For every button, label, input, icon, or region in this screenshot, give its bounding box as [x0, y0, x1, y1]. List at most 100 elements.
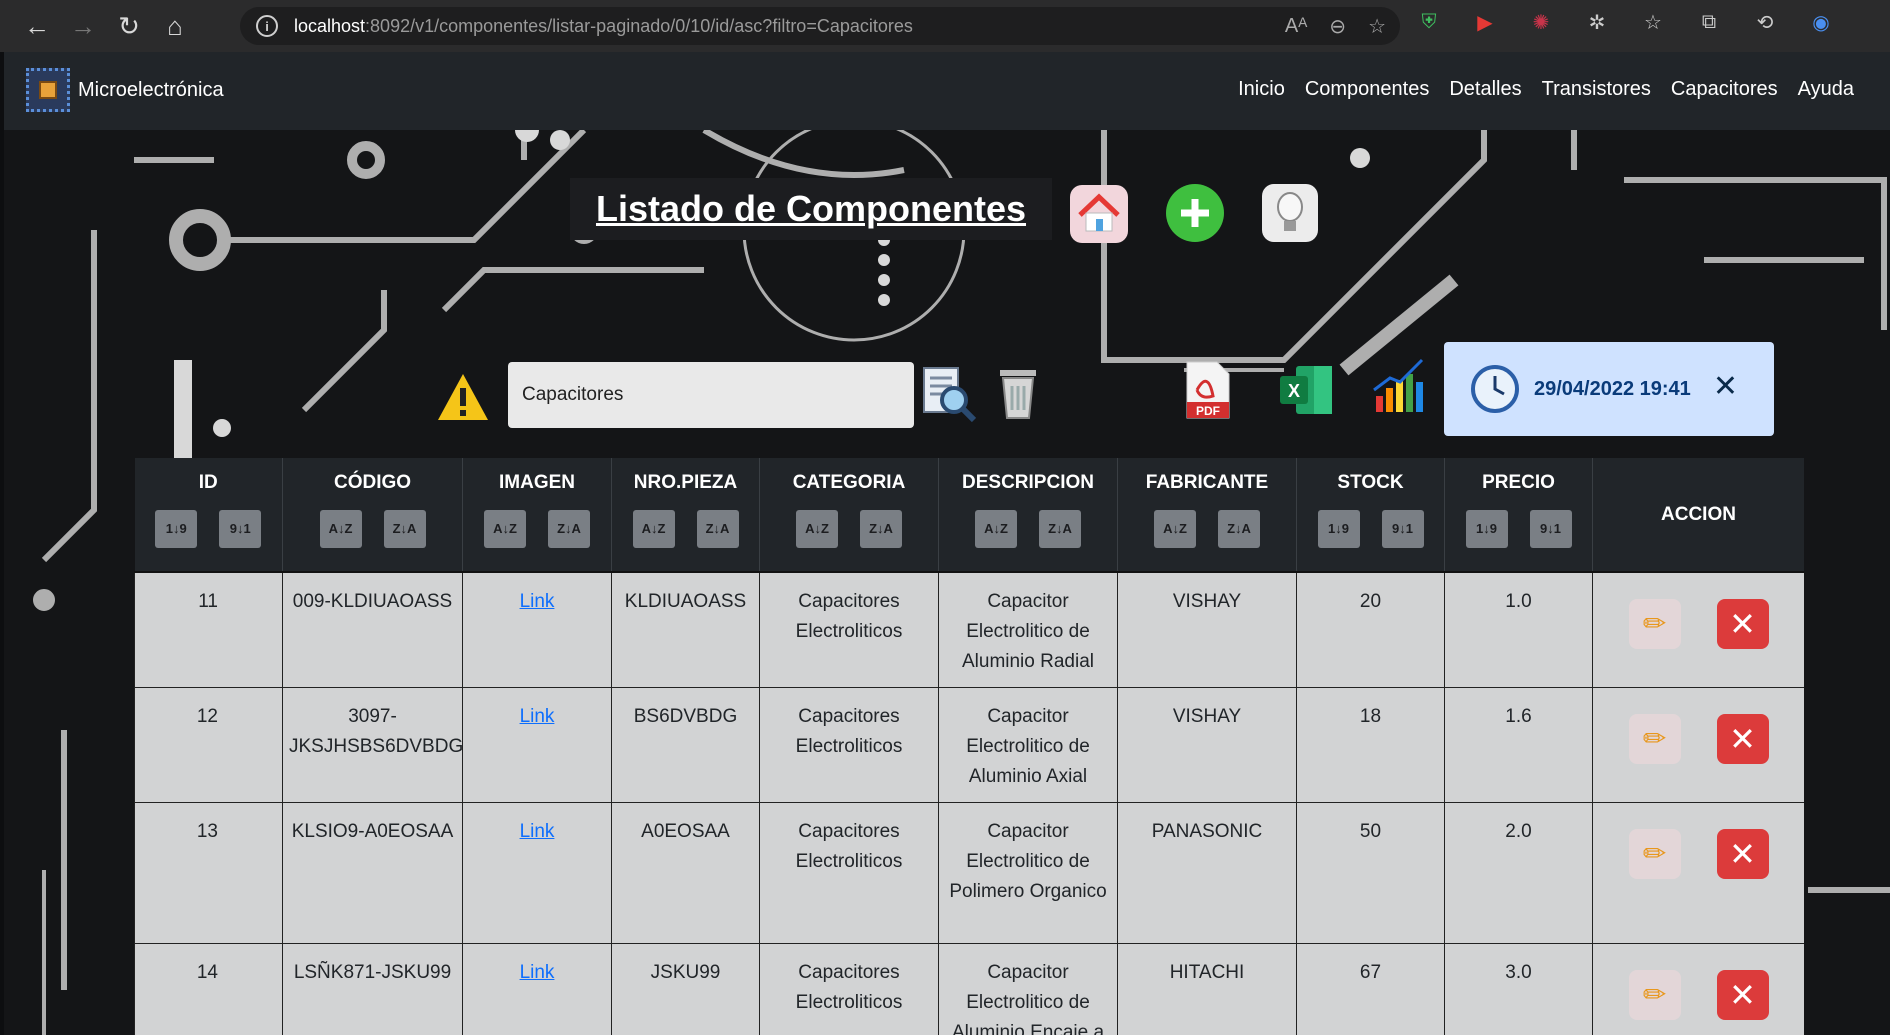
sort-asc-numeric-icon[interactable]: 1↓9: [155, 510, 198, 548]
toast-close-icon[interactable]: ✕: [1713, 372, 1738, 402]
cell-descripcion: Capacitor Electrolitico de Aluminio Axia…: [938, 687, 1118, 803]
edit-pencil-icon[interactable]: ✏: [1628, 970, 1681, 1020]
cell-categoria: Capacitores Electroliticos: [759, 687, 939, 803]
shield-extension-icon[interactable]: ⛨: [1415, 8, 1443, 36]
sort-asc-alpha-icon[interactable]: A↓Z: [319, 510, 362, 548]
sort-desc-alpha-icon[interactable]: Z↓A: [696, 510, 739, 548]
sort-asc-alpha-icon[interactable]: A↓Z: [796, 510, 838, 548]
url-path: :8092/v1/componentes/listar-paginado/0/1…: [365, 15, 913, 36]
favorites-icon[interactable]: ☆: [1639, 8, 1667, 36]
cell-fabricante: HITACHI: [1117, 943, 1297, 1035]
nav-link-inicio[interactable]: Inicio: [1238, 78, 1285, 101]
col-header-id: ID 1↓9 9↓1: [134, 458, 283, 573]
cell-imagen: Link: [462, 802, 612, 944]
sort-asc-numeric-icon[interactable]: 1↓9: [1317, 510, 1360, 548]
sort-desc-alpha-icon[interactable]: Z↓A: [548, 510, 590, 548]
cell-id: 14: [134, 943, 283, 1035]
delete-x-icon[interactable]: ✕: [1716, 599, 1769, 649]
nav-link-detalles[interactable]: Detalles: [1449, 78, 1521, 101]
history-icon[interactable]: ⟲: [1751, 8, 1779, 36]
warning-icon: [438, 374, 488, 420]
sort-desc-alpha-icon[interactable]: Z↓A: [1039, 510, 1081, 548]
image-link[interactable]: Link: [520, 706, 555, 727]
excel-export-icon[interactable]: X: [1278, 364, 1334, 416]
address-bar[interactable]: i localhost:8092/v1/componentes/listar-p…: [240, 7, 1400, 45]
site-info-icon[interactable]: i: [256, 15, 278, 37]
cell-fabricante: PANASONIC: [1117, 802, 1297, 944]
brand[interactable]: Microelectrónica: [26, 68, 224, 112]
cell-accion: ✏ ✕: [1592, 687, 1804, 803]
forward-icon[interactable]: →: [60, 3, 106, 49]
statistics-chart-icon[interactable]: [1370, 356, 1428, 416]
extensions-icon[interactable]: ✲: [1583, 8, 1611, 36]
sort-asc-alpha-icon[interactable]: A↓Z: [484, 510, 526, 548]
favorite-icon[interactable]: ☆: [1368, 14, 1386, 39]
cell-descripcion: Capacitor Electrolitico de Aluminio Radi…: [938, 571, 1118, 688]
cell-categoria: Capacitores Electroliticos: [759, 802, 939, 944]
collections-icon[interactable]: ⧉: [1695, 8, 1723, 36]
add-component-button[interactable]: [1166, 184, 1224, 242]
cell-stock: 67: [1296, 943, 1445, 1035]
image-link[interactable]: Link: [520, 591, 555, 612]
image-link[interactable]: Link: [520, 962, 555, 983]
cell-precio: 3.0: [1444, 943, 1593, 1035]
header-label: DESCRIPCION: [962, 472, 1094, 493]
lightbulb-icon: [1277, 192, 1303, 231]
delete-x-icon[interactable]: ✕: [1716, 970, 1769, 1020]
video-extension-icon[interactable]: ▶: [1471, 8, 1499, 36]
sort-asc-alpha-icon[interactable]: A↓Z: [975, 510, 1017, 548]
sort-desc-alpha-icon[interactable]: Z↓A: [1218, 510, 1260, 548]
colorful-extension-icon[interactable]: ✺: [1527, 8, 1555, 36]
search-document-icon[interactable]: [920, 364, 978, 424]
sort-desc-numeric-icon[interactable]: 9↓1: [1381, 510, 1424, 548]
toast-datetime: 29/04/2022 19:41: [1534, 377, 1691, 400]
cell-codigo: 009-KLDIUAOASS: [282, 571, 463, 688]
nav-link-transistores[interactable]: Transistores: [1542, 78, 1651, 101]
edit-pencil-icon[interactable]: ✏: [1628, 829, 1681, 879]
table-row: 12 3097-JKSJHSBS6DVBDG Link BS6DVBDG Cap…: [134, 687, 1804, 803]
cell-nro-pieza: A0EOSAA: [611, 802, 760, 944]
image-link[interactable]: Link: [520, 821, 555, 842]
refresh-icon[interactable]: ↻: [106, 3, 152, 49]
profile-avatar-icon[interactable]: ◉: [1807, 8, 1835, 36]
home-button[interactable]: [1070, 185, 1128, 243]
nav-link-capacitores[interactable]: Capacitores: [1671, 78, 1778, 101]
sort-desc-alpha-icon[interactable]: Z↓A: [860, 510, 902, 548]
pdf-export-icon[interactable]: PDF: [1183, 360, 1233, 420]
components-table: ID 1↓9 9↓1 CÓDIGO A↓Z Z↓A IMAGEN A↓Z Z↓A NR…: [134, 458, 1804, 1035]
nav-link-componentes[interactable]: Componentes: [1305, 78, 1430, 101]
sort-asc-numeric-icon[interactable]: 1↓9: [1465, 510, 1508, 548]
col-header-precio: PRECIO 1↓9 9↓1: [1444, 458, 1593, 573]
cell-nro-pieza: BS6DVBDG: [611, 687, 760, 803]
edit-pencil-icon[interactable]: ✏: [1628, 714, 1681, 764]
header-label: FABRICANTE: [1145, 472, 1269, 493]
sort-desc-numeric-icon[interactable]: 9↓1: [1529, 510, 1572, 548]
search-input[interactable]: [508, 362, 914, 428]
help-bulb-button[interactable]: [1262, 184, 1318, 242]
table-header-row: ID 1↓9 9↓1 CÓDIGO A↓Z Z↓A IMAGEN A↓Z Z↓A NR…: [134, 458, 1804, 573]
delete-x-icon[interactable]: ✕: [1716, 714, 1769, 764]
home-icon[interactable]: ⌂: [152, 3, 198, 49]
col-header-descripcion: DESCRIPCION A↓Z Z↓A: [938, 458, 1118, 573]
sort-asc-alpha-icon[interactable]: A↓Z: [1154, 510, 1196, 548]
nav-link-ayuda[interactable]: Ayuda: [1798, 78, 1854, 101]
back-icon[interactable]: ←: [14, 3, 60, 49]
read-aloud-icon[interactable]: Aᴬ: [1285, 15, 1307, 38]
edit-pencil-icon[interactable]: ✏: [1628, 599, 1681, 649]
zoom-icon[interactable]: ⊖: [1329, 14, 1346, 39]
cell-precio: 1.0: [1444, 571, 1593, 688]
cell-fabricante: VISHAY: [1117, 687, 1297, 803]
svg-text:X: X: [1288, 381, 1300, 401]
sort-desc-numeric-icon[interactable]: 9↓1: [219, 510, 262, 548]
components-table-wrapper: ID 1↓9 9↓1 CÓDIGO A↓Z Z↓A IMAGEN A↓Z Z↓A NR…: [134, 458, 1804, 1035]
delete-x-icon[interactable]: ✕: [1716, 829, 1769, 879]
cell-categoria: Capacitores Electroliticos: [759, 571, 939, 688]
table-row: 13 KLSIO9-A0EOSAA Link A0EOSAA Capacitor…: [134, 802, 1804, 944]
col-header-accion: ACCION: [1592, 458, 1804, 573]
table-row: 14 LSÑK871-JSKU99 Link JSKU99 Capacitore…: [134, 943, 1804, 1035]
cell-precio: 1.6: [1444, 687, 1593, 803]
sort-desc-alpha-icon[interactable]: Z↓A: [383, 510, 426, 548]
cell-codigo: LSÑK871-JSKU99: [282, 943, 463, 1035]
recycle-bin-icon[interactable]: [994, 362, 1042, 422]
sort-asc-alpha-icon[interactable]: A↓Z: [632, 510, 675, 548]
